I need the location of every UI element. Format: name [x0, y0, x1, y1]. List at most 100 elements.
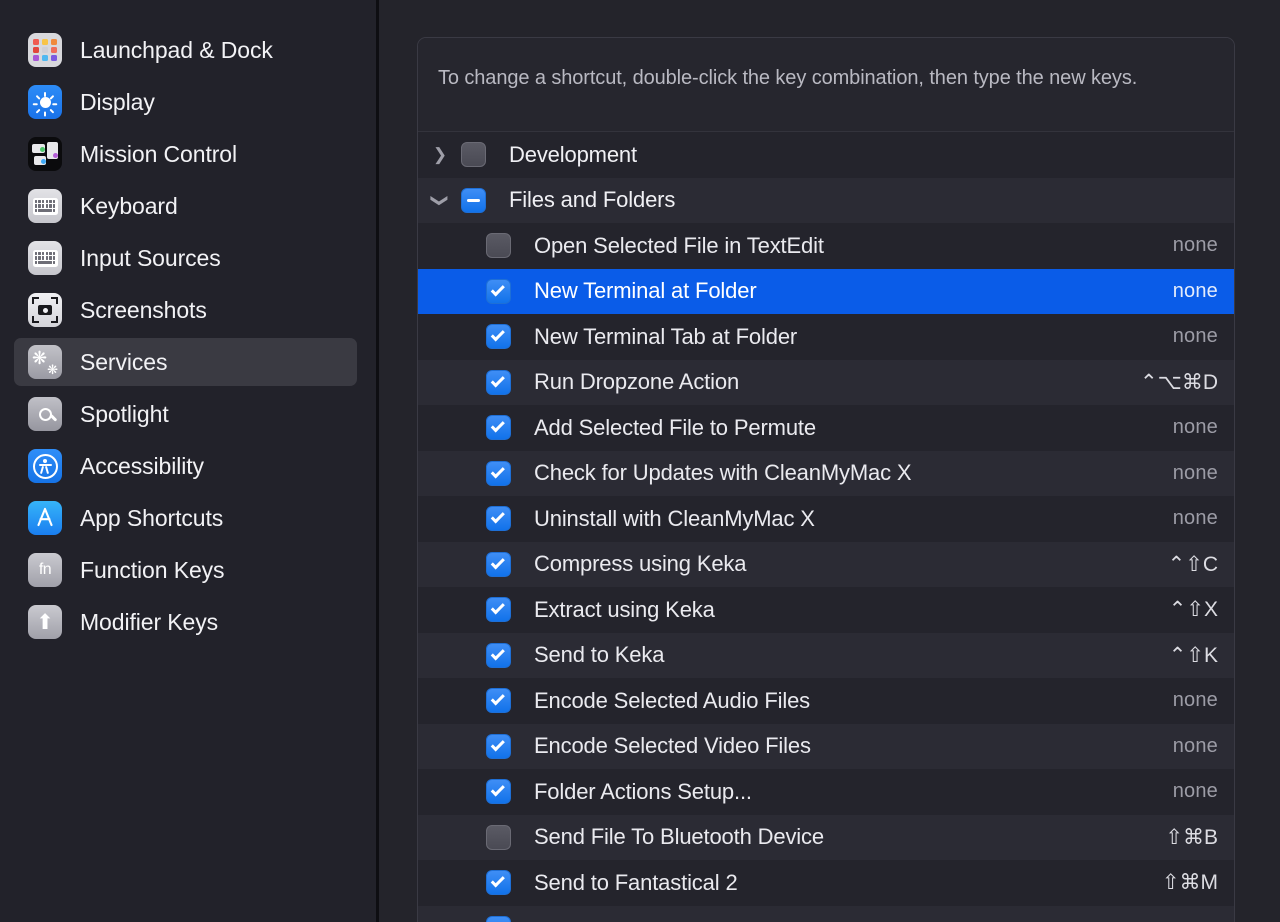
shortcut-key-combination[interactable]: ⌃⌥⌘D [1140, 370, 1234, 395]
shortcut-key-combination[interactable]: none [1173, 462, 1234, 485]
checkbox-cell[interactable] [481, 369, 515, 395]
shortcut-key-combination[interactable]: ⇧⌘M [1162, 870, 1234, 895]
shortcut-key-combination[interactable]: ⌃⇧K [1169, 643, 1234, 668]
sidebar-item-screenshots[interactable]: Screenshots [14, 286, 357, 334]
sidebar-item-display[interactable]: Display [14, 78, 357, 126]
sidebar-item-keyboard[interactable]: Keyboard [14, 182, 357, 230]
sidebar-item-launchpad-dock[interactable]: Launchpad & Dock [14, 26, 357, 74]
shortcut-row[interactable]: ❯Check for Updates with CleanMyMac Xnone [418, 450, 1234, 496]
checkbox-cell[interactable] [481, 688, 515, 714]
checkbox-cell[interactable] [481, 870, 515, 896]
sidebar-divider [376, 0, 379, 922]
sidebar-item-label: Spotlight [80, 400, 169, 427]
sidebar-item-mission-control[interactable]: Mission Control [14, 130, 357, 178]
chevron-right-icon[interactable]: ❯ [424, 146, 456, 163]
checkbox-cell[interactable] [481, 779, 515, 805]
shortcut-row[interactable]: ❯Folder Actions Setup...none [418, 769, 1234, 815]
shortcut-row[interactable]: ❯ [418, 905, 1234, 922]
checkbox-cell[interactable] [481, 415, 515, 441]
instruction-text: To change a shortcut, double-click the k… [418, 38, 1234, 132]
shortcut-key-combination[interactable]: none [1173, 507, 1234, 530]
sidebar-item-label: Mission Control [80, 140, 237, 167]
checkbox-cell[interactable] [456, 142, 490, 168]
checkbox-checked-icon[interactable] [485, 733, 511, 759]
checkbox-checked-icon[interactable] [485, 369, 511, 395]
checkbox-cell[interactable] [481, 506, 515, 532]
chevron-down-icon[interactable]: ❯ [431, 184, 450, 216]
shortcut-row[interactable]: ❯Encode Selected Video Filesnone [418, 723, 1234, 769]
shortcut-row[interactable]: ❯Encode Selected Audio Filesnone [418, 678, 1234, 724]
checkbox-cell[interactable] [481, 597, 515, 623]
checkbox-cell[interactable] [481, 551, 515, 577]
checkbox-checked-icon[interactable] [485, 506, 511, 532]
shortcuts-panel: To change a shortcut, double-click the k… [417, 37, 1235, 922]
checkbox-checked-icon[interactable] [485, 278, 511, 304]
shortcut-key-combination[interactable]: ⇧⌘B [1165, 825, 1234, 850]
sidebar-item-modifier-keys[interactable]: ⬆ Modifier Keys [14, 598, 357, 646]
shortcut-row[interactable]: ❯New Terminal Tab at Foldernone [418, 314, 1234, 360]
shortcut-row[interactable]: ❯Extract using Keka⌃⇧X [418, 587, 1234, 633]
sidebar-item-spotlight[interactable]: Spotlight [14, 390, 357, 438]
checkbox-checked-icon[interactable] [485, 597, 511, 623]
checkbox-checked-icon[interactable] [485, 551, 511, 577]
shortcut-key-combination[interactable]: none [1173, 234, 1234, 257]
shortcut-key-combination[interactable]: none [1173, 780, 1234, 803]
shortcut-key-combination[interactable]: ⌃⇧C [1168, 552, 1234, 577]
checkbox-checked-icon[interactable] [485, 688, 511, 714]
checkbox-mixed-icon[interactable] [460, 187, 486, 213]
shortcut-name: Run Dropzone Action [534, 369, 740, 395]
checkbox-cell[interactable] [481, 278, 515, 304]
checkbox-unchecked-icon[interactable] [485, 824, 511, 850]
shortcut-row[interactable]: ❯Open Selected File in TextEditnone [418, 223, 1234, 269]
shortcut-group-row[interactable]: ❯ Files and Folders [418, 177, 1234, 223]
checkbox-cell[interactable] [481, 733, 515, 759]
shortcut-row[interactable]: ❯New Terminal at Foldernone [418, 268, 1234, 314]
shortcut-key-combination[interactable]: none [1173, 325, 1234, 348]
checkbox-cell[interactable] [481, 915, 515, 922]
checkbox-checked-icon[interactable] [485, 779, 511, 805]
sidebar-item-services[interactable]: ❋ ❋ Services [14, 338, 357, 386]
shortcuts-table[interactable]: ❯ Development ❯ Files and Folders ❯ Open Sele… [418, 132, 1234, 922]
shortcut-name: Uninstall with CleanMyMac X [534, 505, 815, 531]
checkbox-checked-icon[interactable] [485, 415, 511, 441]
sidebar-item-app-shortcuts[interactable]: App Shortcuts [14, 494, 357, 542]
shortcut-key-combination[interactable]: none [1173, 416, 1234, 439]
checkbox-cell[interactable] [481, 324, 515, 350]
checkbox-checked-icon[interactable] [485, 915, 511, 922]
system-preferences-keyboard-shortcuts: Launchpad & Dock Display Mission Control… [0, 0, 1280, 922]
checkbox-checked-icon[interactable] [485, 870, 511, 896]
sidebar-item-function-keys[interactable]: fn Function Keys [14, 546, 357, 594]
shortcut-group-row[interactable]: ❯ Development [418, 132, 1234, 178]
checkbox-cell[interactable] [456, 187, 490, 213]
shortcut-key-combination[interactable]: ⌃⇧X [1169, 597, 1234, 622]
checkbox-cell[interactable] [481, 460, 515, 486]
checkbox-unchecked-icon[interactable] [485, 233, 511, 259]
checkbox-checked-icon[interactable] [485, 460, 511, 486]
shortcut-name: Add Selected File to Permute [534, 414, 816, 440]
shortcut-key-combination[interactable]: none [1173, 735, 1234, 758]
checkbox-checked-icon[interactable] [485, 642, 511, 668]
shortcut-row[interactable]: ❯Add Selected File to Permutenone [418, 405, 1234, 451]
checkbox-unchecked-icon[interactable] [460, 142, 486, 168]
keyboard-icon [28, 189, 62, 223]
shortcut-row[interactable]: ❯Send to Keka⌃⇧K [418, 632, 1234, 678]
sidebar-item-label: Keyboard [80, 192, 178, 219]
checkbox-checked-icon[interactable] [485, 324, 511, 350]
checkbox-cell[interactable] [481, 642, 515, 668]
shortcut-row[interactable]: ❯Compress using Keka⌃⇧C [418, 541, 1234, 587]
shortcut-row[interactable]: ❯Send File To Bluetooth Device⇧⌘B [418, 814, 1234, 860]
checkbox-cell[interactable] [481, 824, 515, 850]
shortcut-key-combination[interactable]: none [1173, 689, 1234, 712]
sidebar-item-accessibility[interactable]: Accessibility [14, 442, 357, 490]
shortcut-row[interactable]: ❯Uninstall with CleanMyMac Xnone [418, 496, 1234, 542]
display-icon [28, 85, 62, 119]
sidebar-item-input-sources[interactable]: Input Sources [14, 234, 357, 282]
shortcut-name: New Terminal at Folder [534, 278, 757, 304]
checkbox-cell[interactable] [481, 233, 515, 259]
check-mark-icon [490, 464, 505, 479]
shortcut-row[interactable]: ❯Run Dropzone Action⌃⌥⌘D [418, 359, 1234, 405]
shortcut-row[interactable]: ❯Send to Fantastical 2⇧⌘M [418, 860, 1234, 906]
spotlight-icon [28, 397, 62, 431]
shortcut-key-combination[interactable]: none [1173, 280, 1234, 303]
check-mark-icon [490, 600, 505, 615]
